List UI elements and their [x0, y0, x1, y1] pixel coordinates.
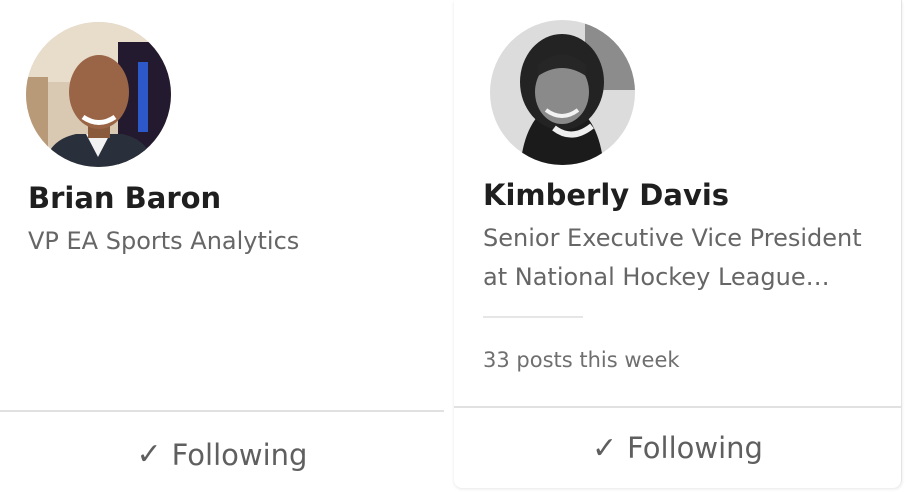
checkmark-icon: ✓ [136, 437, 162, 472]
following-button[interactable]: ✓ Following [0, 410, 444, 497]
profile-headline: Senior Executive Vice President at Natio… [483, 224, 862, 291]
divider [483, 316, 583, 318]
profile-photo[interactable] [490, 20, 635, 165]
profile-card-kimberly-davis: Kimberly Davis Senior Executive Vice Pre… [454, 0, 902, 488]
following-button[interactable]: ✓ Following [454, 406, 901, 488]
profile-card-brian-baron: Brian Baron VP EA Sports Analytics ✓ Fol… [0, 0, 444, 497]
activity-stat: 33 posts this week [483, 348, 680, 372]
profile-photo[interactable] [26, 22, 171, 167]
profile-name[interactable]: Brian Baron [28, 181, 221, 215]
avatar-image [26, 22, 171, 167]
following-label: Following [171, 437, 308, 472]
profile-headline: VP EA Sports Analytics [28, 227, 300, 255]
profile-name[interactable]: Kimberly Davis [483, 178, 729, 212]
checkmark-icon: ✓ [592, 430, 618, 466]
following-label: Following [627, 431, 763, 465]
avatar-image [490, 20, 635, 165]
